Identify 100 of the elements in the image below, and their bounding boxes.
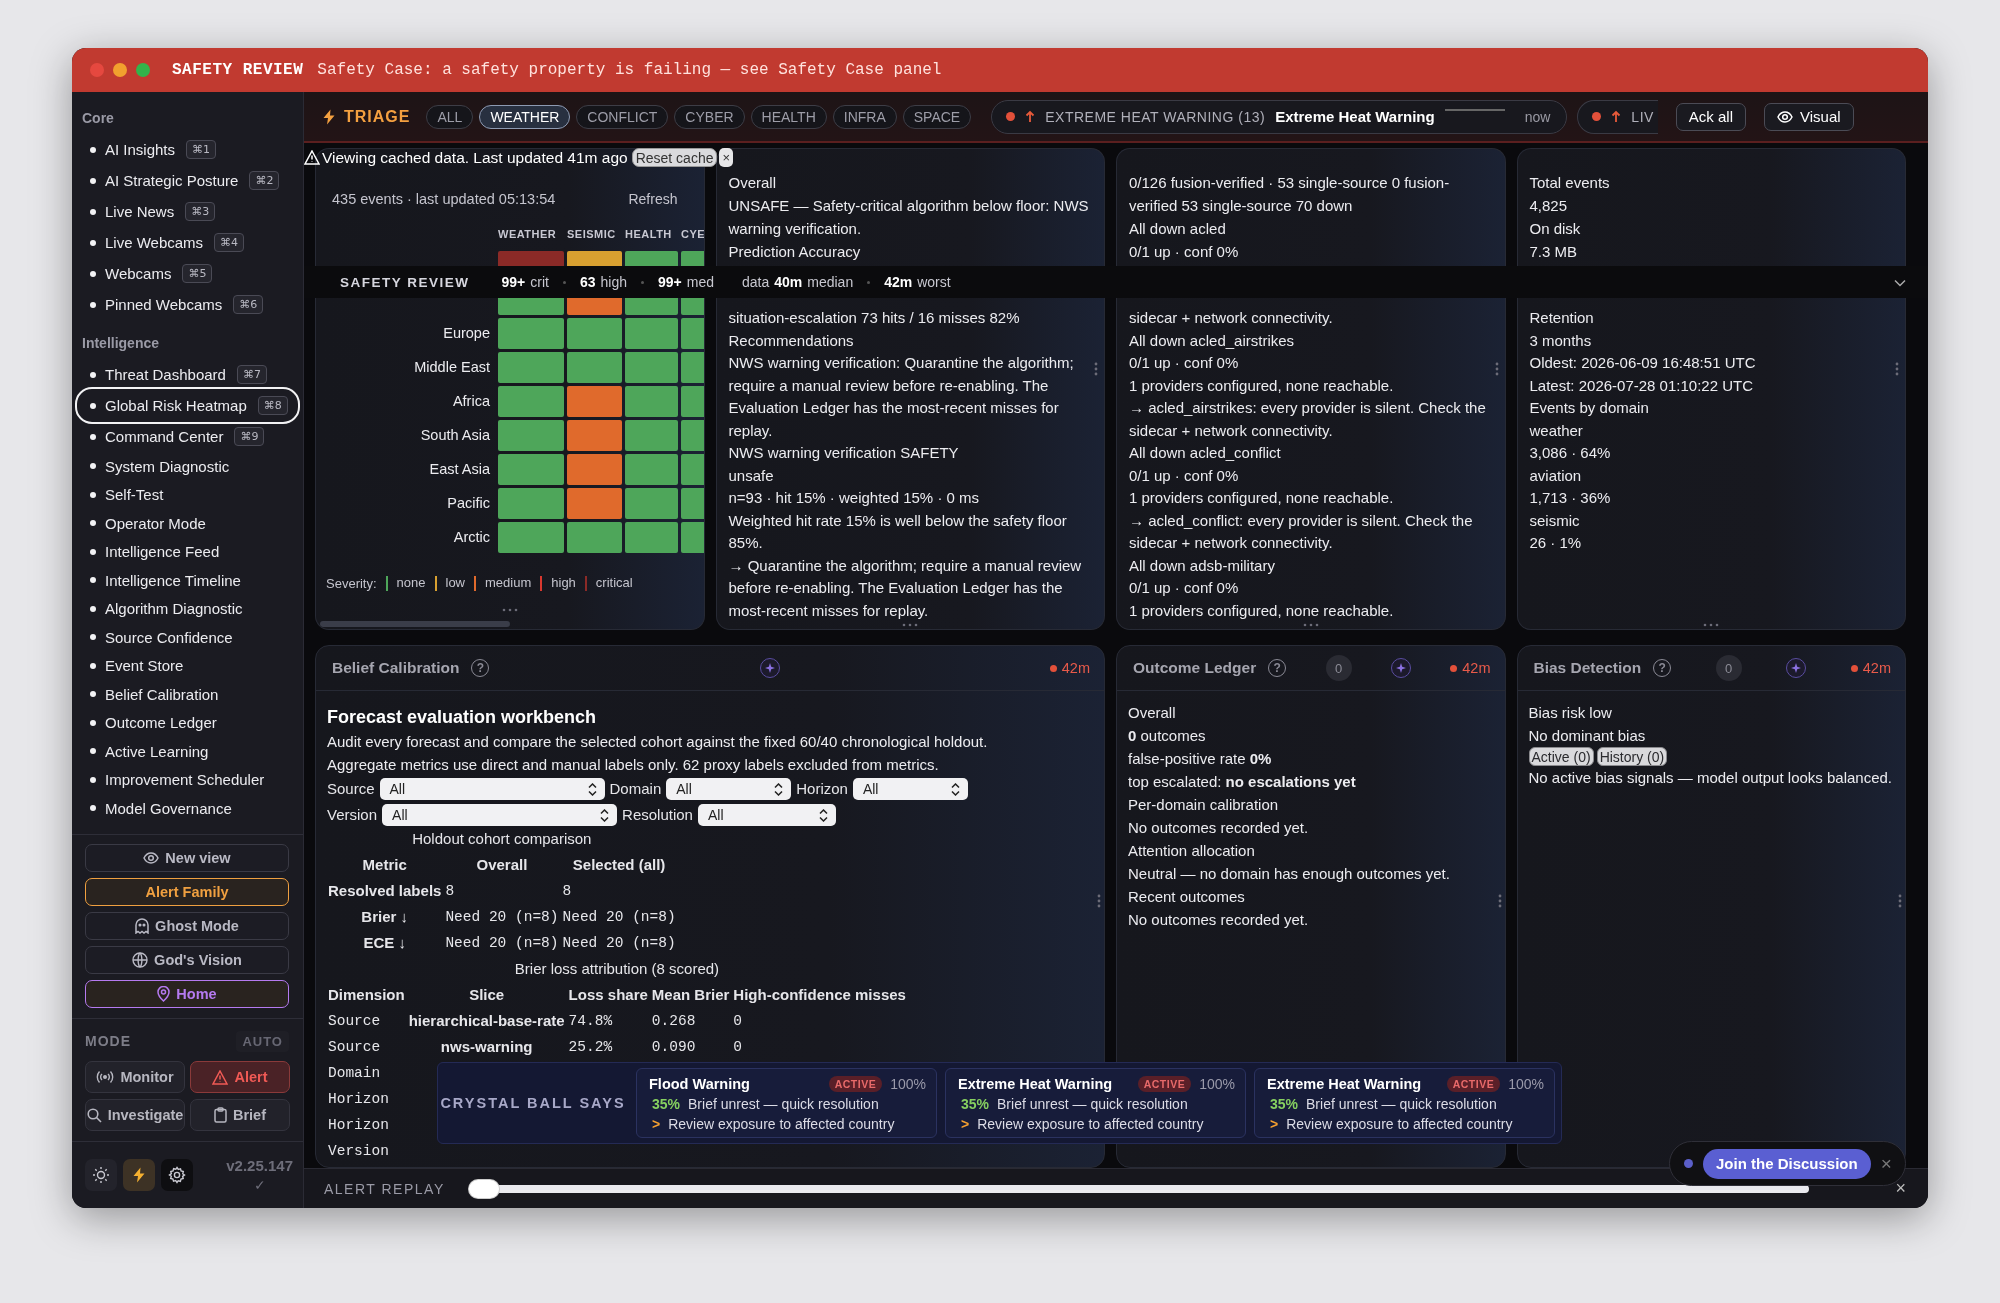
close-button[interactable]: × — [719, 148, 734, 167]
heatmap-cell[interactable] — [567, 352, 622, 383]
mode-button[interactable]: Investigate — [85, 1099, 185, 1131]
heatmap-cell[interactable] — [681, 298, 704, 315]
refresh-button[interactable]: Refresh — [628, 191, 678, 207]
heatmap-cell[interactable] — [681, 251, 704, 266]
nav-item[interactable]: Live News ⌘3 — [78, 196, 297, 227]
toolbar-button[interactable]: Ack all — [1675, 102, 1747, 131]
ai-button[interactable] — [1786, 658, 1807, 678]
heatmap-cell[interactable] — [498, 298, 564, 315]
nav-item[interactable]: AI Strategic Posture ⌘2 — [78, 165, 297, 196]
toolbar-button[interactable] — [85, 1159, 117, 1191]
join-button[interactable]: Join the Discussion — [1703, 1148, 1871, 1179]
nav-item[interactable]: System Diagnostic — [78, 452, 297, 481]
toolbar-button[interactable]: Visual — [1764, 102, 1854, 131]
more-icon[interactable] — [1094, 362, 1098, 376]
filter-tab[interactable]: HEALTH — [750, 104, 827, 129]
select-field[interactable]: All — [666, 778, 792, 800]
view-button[interactable]: Home — [85, 980, 289, 1008]
more-icon[interactable] — [1497, 894, 1502, 908]
heatmap-cell[interactable] — [625, 251, 678, 266]
replay-slider[interactable] — [469, 1179, 1809, 1198]
ai-button[interactable] — [1390, 658, 1411, 678]
filter-tab[interactable]: ALL — [426, 104, 474, 129]
filter-tab[interactable]: CONFLICT — [576, 104, 669, 129]
nav-item[interactable]: Improvement Scheduler — [78, 765, 297, 794]
reset-cache-button[interactable]: Reset cache — [631, 148, 718, 167]
select-field[interactable]: All — [852, 778, 968, 800]
heatmap-cell[interactable] — [681, 454, 704, 485]
heatmap-cell[interactable] — [567, 298, 622, 315]
drag-handle-icon[interactable] — [1302, 623, 1319, 627]
heatmap-cell[interactable] — [625, 522, 678, 553]
prediction-card[interactable]: Extreme Heat Warning ACTIVE 100% 35% Brief unrest — quick resolution > Review exposure to affected country — [1254, 1068, 1555, 1138]
more-icon[interactable] — [1898, 894, 1902, 908]
heatmap-cell[interactable] — [681, 352, 704, 383]
heatmap-cell[interactable] — [681, 522, 704, 553]
view-button[interactable]: Alert Family — [85, 878, 289, 906]
nav-item[interactable]: Source Confidence — [78, 623, 297, 652]
heatmap-cell[interactable] — [625, 352, 678, 383]
heatmap-cell[interactable] — [625, 420, 678, 451]
heatmap-cell[interactable] — [625, 386, 678, 417]
nav-item[interactable]: Active Learning — [78, 737, 297, 766]
nav-item[interactable]: Intelligence Feed — [78, 537, 297, 566]
close-button[interactable] — [90, 63, 104, 77]
heatmap-cell[interactable] — [681, 318, 704, 349]
alert-pill[interactable]: EXTREME HEAT WARNING (13) Extreme Heat Warning now — [991, 99, 1568, 134]
heatmap-cell[interactable] — [498, 454, 564, 485]
ai-button[interactable] — [759, 658, 780, 678]
heatmap-cell[interactable] — [567, 420, 622, 451]
nav-item[interactable]: Model Governance — [78, 794, 297, 823]
heatmap-cell[interactable] — [567, 522, 622, 553]
more-icon[interactable] — [1895, 362, 1899, 376]
nav-item[interactable]: Belief Calibration — [78, 680, 297, 709]
heatmap-cell[interactable] — [625, 488, 678, 519]
prediction-card[interactable]: Extreme Heat Warning ACTIVE 100% 35% Brief unrest — quick resolution > Review exposure to affected country — [945, 1068, 1246, 1138]
prediction-card[interactable]: Flood Warning ACTIVE 100% 35% Brief unrest — quick resolution > Review exposure to affected country — [636, 1068, 937, 1138]
nav-item[interactable]: Self-Test — [78, 480, 297, 509]
heatmap-cell[interactable] — [498, 420, 564, 451]
maximize-button[interactable] — [136, 63, 150, 77]
mode-button[interactable]: Alert — [190, 1061, 290, 1093]
mode-button[interactable]: Brief — [190, 1099, 290, 1131]
nav-item[interactable]: AI Insights ⌘1 — [78, 134, 297, 165]
scrollbar[interactable] — [320, 621, 510, 627]
nav-item[interactable]: Intelligence Timeline — [78, 566, 297, 595]
view-button[interactable]: Ghost Mode — [85, 912, 289, 940]
nav-item[interactable]: Live Webcams ⌘4 — [78, 227, 297, 258]
view-button[interactable]: New view — [85, 844, 289, 872]
heatmap-cell[interactable] — [681, 386, 704, 417]
drag-handle-icon[interactable] — [902, 623, 919, 627]
heatmap-cell[interactable] — [498, 522, 564, 553]
filter-tab[interactable]: SPACE — [902, 104, 972, 129]
close-button[interactable]: × — [1880, 1152, 1892, 1175]
nav-item[interactable]: Outcome Ledger — [78, 708, 297, 737]
heatmap-cell[interactable] — [567, 386, 622, 417]
mode-button[interactable]: Monitor — [85, 1061, 185, 1093]
close-button[interactable]: × — [1895, 1178, 1906, 1199]
chevron-down-icon[interactable] — [1894, 279, 1906, 288]
heatmap-cell[interactable] — [498, 318, 564, 349]
heatmap-cell[interactable] — [567, 454, 622, 485]
drag-handle-icon[interactable] — [501, 608, 518, 612]
toolbar-button[interactable] — [161, 1159, 193, 1191]
heatmap-cell[interactable] — [498, 251, 564, 266]
drag-handle-icon[interactable] — [1703, 623, 1720, 627]
heatmap-cell[interactable] — [567, 318, 622, 349]
filter-button[interactable]: History (0) — [1596, 747, 1668, 766]
nav-item[interactable]: Webcams ⌘5 — [78, 258, 297, 289]
minimize-button[interactable] — [113, 63, 127, 77]
nav-item[interactable]: Threat Dashboard ⌘7 — [78, 359, 297, 390]
toolbar-button[interactable] — [123, 1159, 155, 1191]
select-field[interactable]: All — [379, 778, 605, 800]
view-button[interactable]: God's Vision — [85, 946, 289, 974]
nav-item[interactable]: Global Risk Heatmap ⌘8 — [78, 390, 297, 421]
more-icon[interactable] — [1494, 362, 1499, 376]
heatmap-cell[interactable] — [681, 420, 704, 451]
filter-tab[interactable]: CYBER — [674, 104, 745, 129]
filter-tab[interactable]: INFRA — [832, 104, 897, 129]
nav-item[interactable]: Algorithm Diagnostic — [78, 594, 297, 623]
nav-item[interactable]: Command Center ⌘9 — [78, 421, 297, 452]
nav-item[interactable]: Pinned Webcams ⌘6 — [78, 289, 297, 320]
heatmap-cell[interactable] — [625, 454, 678, 485]
